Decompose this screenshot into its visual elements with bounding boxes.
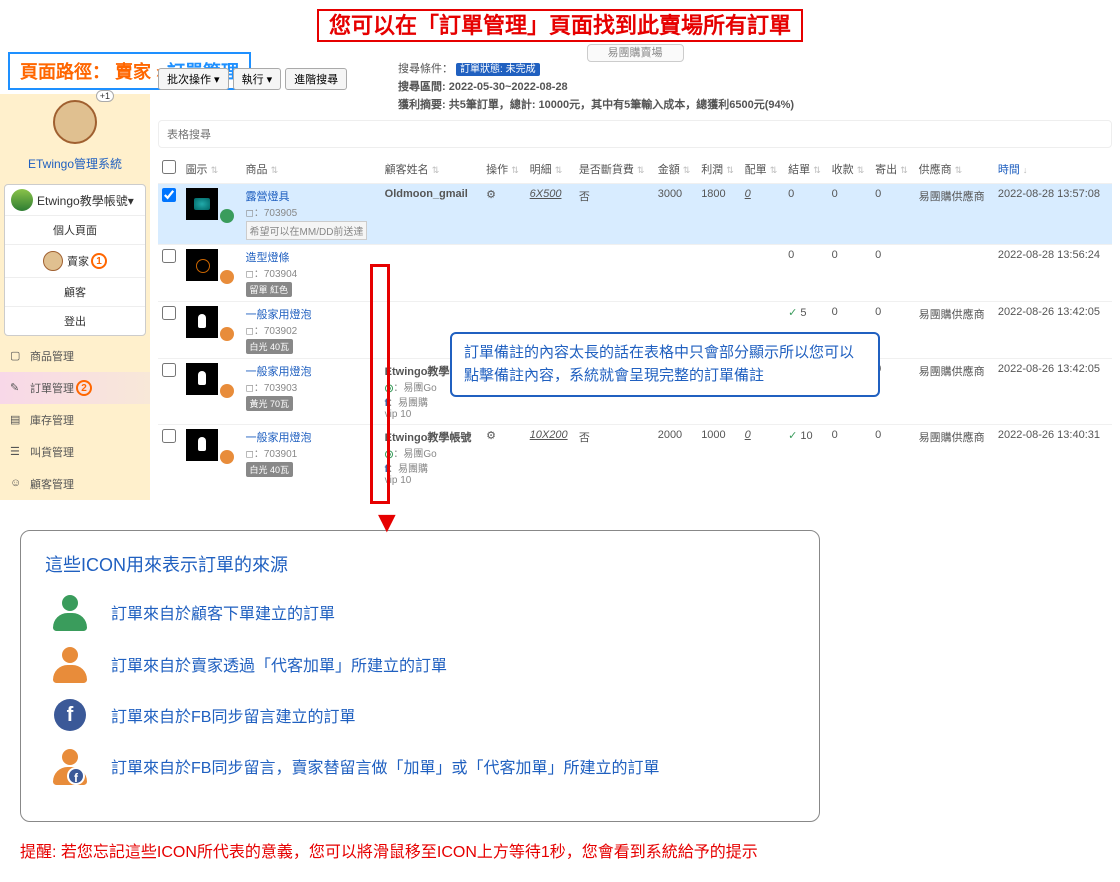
gear-icon[interactable]: ⚙ — [486, 189, 496, 201]
source-icon — [220, 450, 234, 464]
facebook-icon: f — [54, 699, 86, 731]
column-header[interactable]: 結單 ⇅ — [784, 154, 827, 184]
nav-seller[interactable]: 賣家 1 — [5, 244, 145, 277]
legend-title: 這些ICON用來表示訂單的來源 — [45, 551, 795, 577]
product-thumb — [186, 363, 218, 395]
annotation-top: 您可以在「訂單管理」頁面找到此賣場所有訂單 — [0, 0, 1120, 48]
column-header[interactable]: 收款 ⇅ — [828, 154, 871, 184]
account-box: Etwingo教學帳號▾ 個人頁面 賣家 1 顧客 登出 — [4, 184, 146, 336]
column-header[interactable]: 利潤 ⇅ — [697, 154, 740, 184]
column-header[interactable]: 時間 ↓ — [994, 154, 1112, 184]
row-checkbox[interactable] — [162, 363, 176, 377]
column-header[interactable]: 配單 ⇅ — [741, 154, 784, 184]
column-header[interactable]: 供應商 ⇅ — [915, 154, 994, 184]
person-green-icon — [53, 595, 87, 629]
step-1-marker: 1 — [91, 253, 107, 269]
table-row: 露營燈具◻：703905希望可以在MM/DD前送達Oldmoon_gmail⚙6… — [158, 184, 1112, 245]
nav-icon: ▢ — [10, 349, 24, 363]
search-input[interactable] — [167, 129, 1103, 141]
source-icon — [220, 384, 234, 398]
source-icon — [220, 327, 234, 341]
column-header[interactable]: 圖示 ⇅ — [182, 154, 242, 184]
column-header[interactable]: 金額 ⇅ — [654, 154, 697, 184]
note-link[interactable]: 希望可以在MM/DD前送達 — [246, 221, 368, 240]
person-orange-icon — [53, 647, 87, 681]
column-header[interactable]: 操作 ⇅ — [482, 154, 525, 184]
bottom-tip: 提醒: 若您忘記這些ICON所代表的意義，您可以將滑鼠移至ICON上方等待1秒，… — [0, 832, 1120, 882]
column-header[interactable]: 商品 ⇅ — [242, 154, 381, 184]
nav-logout[interactable]: 登出 — [5, 306, 145, 335]
column-header[interactable]: 是否斷貨費 ⇅ — [575, 154, 654, 184]
batch-button[interactable]: 批次操作 ▾ — [158, 68, 229, 90]
legend-box: 這些ICON用來表示訂單的來源 訂單來自於顧客下單建立的訂單 訂單來自於賣家透過… — [20, 530, 820, 822]
market-selector[interactable]: 易團購賣場 — [158, 44, 1112, 60]
person-orange-fb-icon: f — [53, 749, 87, 783]
row-checkbox[interactable] — [162, 306, 176, 320]
legend-text: 訂單來自於顧客下單建立的訂單 — [111, 600, 335, 624]
nav-icon: ☺ — [10, 477, 24, 491]
account-dropdown[interactable]: Etwingo教學帳號▾ — [5, 185, 145, 215]
nav-customer[interactable]: 顧客 — [5, 277, 145, 306]
orders-table: 圖示 ⇅商品 ⇅顧客姓名 ⇅操作 ⇅明細 ⇅是否斷貨費 ⇅金額 ⇅利潤 ⇅配單 … — [158, 154, 1112, 490]
search-info: 搜尋條件： 訂單狀態: 未完成 搜尋區間: 2022-05-30~2022-08… — [398, 60, 1112, 112]
avatar-icon — [43, 251, 63, 271]
arrow-down-icon: ▼ — [372, 506, 402, 540]
nav-icon: ▤ — [10, 413, 24, 427]
source-icon — [220, 270, 234, 284]
select-all-checkbox[interactable] — [162, 160, 176, 174]
tooltip-note: 訂單備註的內容太長的話在表格中只會部分顯示所以您可以點擊備註內容，系統就會呈現完… — [450, 332, 880, 397]
step-2-marker: 2 — [76, 380, 92, 396]
sidebar: +1 ETwingo管理系統 Etwingo教學帳號▾ 個人頁面 賣家 1 顧客… — [0, 94, 150, 500]
gear-icon[interactable]: ⚙ — [486, 430, 496, 442]
product-thumb — [186, 306, 218, 338]
detail-link[interactable]: 6X500 — [530, 188, 562, 200]
table-row: 一般家用燈泡◻：703901白光 40瓦Etwingo教學帳號◎：易團Gof：易… — [158, 425, 1112, 491]
nav-personal[interactable]: 個人頁面 — [5, 215, 145, 244]
column-header[interactable]: 寄出 ⇅ — [871, 154, 914, 184]
product-thumb — [186, 249, 218, 281]
nav-icon: ✎ — [10, 381, 24, 395]
notification-badge: +1 — [96, 90, 114, 102]
legend-text: 訂單來自於賣家透過「代客加單」所建立的訂單 — [111, 652, 447, 676]
row-checkbox[interactable] — [162, 249, 176, 263]
row-checkbox[interactable] — [162, 188, 176, 202]
nav-item-2[interactable]: ▤庫存管理 — [0, 404, 150, 436]
column-header[interactable]: 明細 ⇅ — [526, 154, 575, 184]
nav-icon: ☰ — [10, 445, 24, 459]
advanced-search-button[interactable]: 進階搜尋 — [285, 68, 347, 90]
product-thumb — [186, 188, 218, 220]
table-search[interactable] — [158, 120, 1112, 148]
legend-text: 訂單來自於FB同步留言，賣家替留言做「加單」或「代客加單」所建立的訂單 — [111, 754, 659, 778]
avatar — [11, 189, 33, 211]
source-icon — [220, 209, 234, 223]
product-thumb — [186, 429, 218, 461]
nav-item-4[interactable]: ☺顧客管理 — [0, 468, 150, 500]
column-header[interactable]: 顧客姓名 ⇅ — [381, 154, 483, 184]
nav-item-3[interactable]: ☰叫貨管理 — [0, 436, 150, 468]
run-button[interactable]: 執行 ▾ — [233, 68, 282, 90]
row-checkbox[interactable] — [162, 429, 176, 443]
nav-item-0[interactable]: ▢商品管理 — [0, 340, 150, 372]
legend-text: 訂單來自於FB同步留言建立的訂單 — [111, 703, 355, 727]
table-row: 造型燈條◻：703904留單 紅色0002022-08-28 13:56:24 — [158, 245, 1112, 302]
system-name: ETwingo管理系統 — [0, 153, 150, 180]
nav-item-1[interactable]: ✎訂單管理2 — [0, 372, 150, 404]
content: 易團購賣場 批次操作 ▾ 執行 ▾ 進階搜尋 搜尋條件： 訂單狀態: 未完成 搜… — [150, 94, 1120, 500]
logo: +1 — [0, 94, 150, 153]
detail-link[interactable]: 10X200 — [530, 429, 568, 441]
